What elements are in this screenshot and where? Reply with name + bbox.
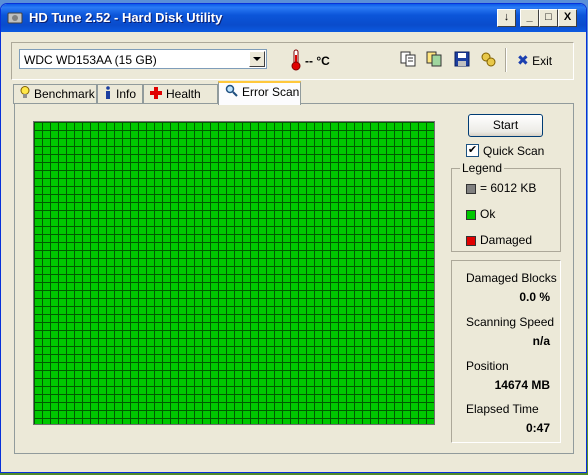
legend-item-block-size: = 6012 KB	[466, 181, 536, 195]
window-title: HD Tune 2.52 - Hard Disk Utility	[29, 10, 223, 25]
elapsed-time-value: 0:47	[525, 421, 550, 435]
tab-label: Error Scan	[242, 85, 300, 99]
start-button[interactable]: Start	[468, 114, 543, 137]
elapsed-time-label: Elapsed Time	[466, 402, 539, 416]
legend-label: = 6012 KB	[480, 181, 537, 195]
temperature-readout: -- °C	[305, 54, 330, 68]
toolbar-separator	[505, 48, 507, 72]
title-bar[interactable]: HD Tune 2.52 - Hard Disk Utility ↓ _ □ X	[1, 4, 586, 32]
tab-error-scan[interactable]: Error Scan	[218, 81, 301, 105]
legend-item-ok: Ok	[466, 207, 495, 221]
legend-title: Legend	[460, 161, 505, 175]
scan-grid-frame	[33, 121, 435, 425]
options-icon[interactable]	[479, 50, 497, 68]
scanning-speed-label: Scanning Speed	[466, 315, 555, 329]
legend-label: Ok	[480, 207, 496, 221]
health-cross-icon	[150, 86, 162, 104]
legend-label: Damaged	[480, 233, 533, 247]
lightbulb-icon	[20, 85, 30, 104]
quick-scan-label: Quick Scan	[483, 144, 545, 158]
legend-swatch	[466, 235, 476, 246]
tab-label: Health	[166, 87, 201, 101]
chevron-down-icon[interactable]	[249, 51, 265, 67]
tab-label: Info	[116, 87, 137, 101]
main-window: HD Tune 2.52 - Hard Disk Utility ↓ _ □ X…	[0, 3, 587, 473]
thermometer-icon	[291, 49, 301, 71]
error-scan-panel: Start ✔ Quick Scan Legend = 6012 KB Ok D…	[14, 103, 574, 454]
legend-box: Legend = 6012 KB Ok Damaged	[451, 161, 561, 252]
close-button[interactable]: X	[558, 9, 577, 27]
position-value: 14674 MB	[494, 378, 550, 392]
legend-swatch	[466, 183, 476, 194]
magnifier-icon	[225, 84, 238, 102]
scan-block-grid	[34, 122, 434, 424]
position-label: Position	[466, 359, 509, 373]
scanning-speed-value: n/a	[532, 334, 550, 348]
legend-swatch	[466, 209, 476, 220]
drive-select[interactable]: WDC WD153AA (15 GB)	[19, 49, 267, 69]
tab-label: Benchmark	[34, 87, 95, 101]
exit-x-icon: ✖	[517, 52, 529, 68]
copy-icon[interactable]	[399, 50, 417, 68]
maximize-button[interactable]: □	[539, 9, 558, 27]
info-icon	[104, 86, 112, 104]
drive-select-value: WDC WD153AA (15 GB)	[24, 53, 157, 67]
tab-health[interactable]: Health	[143, 84, 218, 104]
legend-item-damaged: Damaged	[466, 233, 532, 247]
copy-all-icon[interactable]	[425, 50, 443, 68]
minimize-button[interactable]: _	[520, 9, 539, 27]
help-arrow-button[interactable]: ↓	[497, 9, 516, 27]
exit-button[interactable]: ✖ Exit	[517, 52, 552, 69]
quick-scan-checkbox[interactable]: ✔	[466, 144, 479, 157]
damaged-blocks-label: Damaged Blocks	[466, 271, 557, 285]
damaged-blocks-value: 0.0 %	[519, 290, 550, 304]
tab-info[interactable]: Info	[97, 84, 143, 104]
app-icon	[7, 12, 23, 24]
stats-box: Damaged Blocks 0.0 % Scanning Speed n/a …	[451, 260, 561, 443]
save-icon[interactable]	[453, 50, 471, 68]
exit-label: Exit	[532, 54, 553, 68]
tab-benchmark[interactable]: Benchmark	[13, 84, 97, 104]
